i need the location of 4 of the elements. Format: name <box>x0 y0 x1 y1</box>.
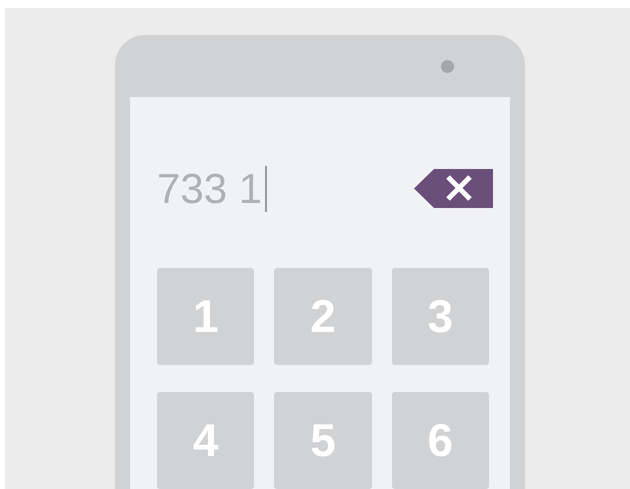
text-cursor <box>265 166 268 212</box>
dialed-number: 733 1 <box>157 168 262 210</box>
backspace-icon[interactable] <box>414 169 493 208</box>
camera-icon <box>441 60 454 72</box>
